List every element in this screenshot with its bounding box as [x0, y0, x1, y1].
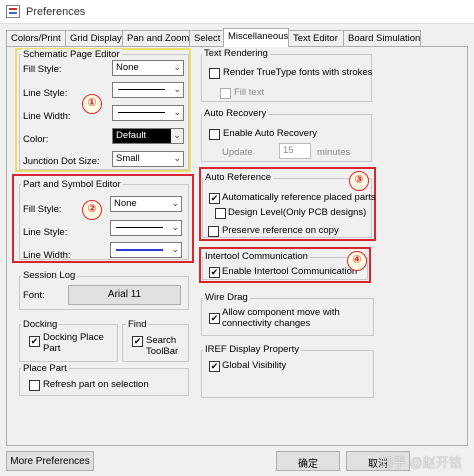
schematic-color-value: Default: [116, 130, 147, 141]
schematic-color-label: Color:: [23, 134, 49, 145]
chevron-down-icon: ⌄: [171, 198, 179, 208]
tab-pan-and-zoom[interactable]: Pan and Zoom: [122, 30, 190, 46]
junction-dot-size-value: Small: [116, 153, 140, 164]
schematic-page-editor-title: Schematic Page Editor: [21, 49, 122, 60]
minutes-label: minutes: [317, 147, 351, 158]
tab-board-simulation[interactable]: Board Simulation: [343, 30, 421, 46]
chevron-down-icon: ⌄: [171, 222, 179, 232]
schematic-line-style-select[interactable]: ⌄: [112, 82, 184, 98]
wire-drag-label: Allow component move with connectivity c…: [222, 307, 340, 329]
chevron-down-icon: ⌄: [173, 153, 181, 163]
ok-button[interactable]: 确定: [276, 451, 340, 471]
refresh-part-label: Refresh part on selection: [43, 379, 149, 390]
find-title: Find: [126, 319, 149, 330]
search-toolbar-label: Search ToolBar: [146, 335, 179, 357]
tab-miscellaneous[interactable]: Miscellaneous: [223, 28, 289, 47]
junction-dot-size-label: Junction Dot Size:: [23, 156, 100, 167]
annotation-badge-3: ③: [349, 171, 369, 191]
annotation-badge-1: ①: [82, 94, 102, 114]
part-fill-style-label: Fill Style:: [23, 204, 62, 215]
wire-drag-checkbox[interactable]: ✔: [209, 313, 220, 324]
update-interval-input[interactable]: 15: [279, 143, 311, 159]
iref-title: IREF Display Property: [203, 344, 301, 355]
enable-auto-recovery-checkbox[interactable]: [209, 129, 220, 140]
global-visibility-label: Global Visibility: [222, 360, 287, 371]
auto-reference-title: Auto Reference: [203, 172, 274, 183]
session-log-title: Session Log: [21, 270, 78, 281]
intertool-label: Enable Intertool Communication: [222, 266, 358, 277]
part-line-style-label: Line Style:: [23, 227, 68, 238]
part-line-style-select[interactable]: ⌄: [110, 220, 182, 236]
enable-auto-recovery-label: Enable Auto Recovery: [223, 128, 318, 139]
line-width-swatch: [118, 112, 165, 113]
preserve-reference-checkbox[interactable]: [208, 226, 219, 237]
part-fill-style-select[interactable]: None ⌄: [110, 196, 182, 212]
intertool-title: Intertool Communication: [203, 251, 310, 262]
preserve-reference-label: Preserve reference on copy: [222, 225, 339, 236]
window-title: Preferences: [26, 6, 86, 18]
tab-colors-print[interactable]: Colors/Print: [6, 30, 66, 46]
design-level-label: Design Level(Only PCB designs): [228, 207, 367, 218]
chevron-down-icon: ⌄: [171, 129, 183, 143]
fill-text-checkbox[interactable]: [220, 88, 231, 99]
docking-title: Docking: [21, 319, 60, 330]
watermark: 知乎 @赵开铭: [380, 455, 462, 470]
auto-recovery-title: Auto Recovery: [202, 108, 269, 119]
line-style-swatch: [116, 227, 163, 228]
more-preferences-button[interactable]: More Preferences: [6, 451, 94, 471]
app-icon: [6, 5, 20, 18]
line-style-swatch: [118, 89, 165, 90]
wire-drag-title: Wire Drag: [203, 292, 250, 303]
schematic-line-width-label: Line Width:: [23, 111, 71, 122]
schematic-fill-style-label: Fill Style:: [23, 64, 62, 75]
tab-text-editor[interactable]: Text Editor: [288, 30, 344, 46]
render-truetype-label: Render TrueType fonts with strokes: [223, 67, 373, 78]
iref-group: [201, 350, 374, 398]
annotation-badge-4: ④: [347, 251, 367, 271]
schematic-color-select[interactable]: Default ⌄: [112, 128, 184, 144]
search-toolbar-checkbox[interactable]: ✔: [132, 336, 143, 347]
part-symbol-editor-title: Part and Symbol Editor: [21, 179, 123, 190]
place-part-title: Place Part: [21, 363, 69, 374]
session-log-font-button[interactable]: Arial 11: [68, 285, 181, 305]
auto-reference-checkbox[interactable]: ✔: [209, 193, 220, 204]
docking-place-part-label: Docking Place Part: [43, 332, 104, 354]
intertool-checkbox[interactable]: ✔: [209, 267, 220, 278]
auto-reference-label: Automatically reference placed parts: [222, 192, 376, 203]
update-label: Update: [222, 147, 253, 158]
part-line-width-label: Line Width:: [23, 250, 71, 261]
refresh-part-checkbox[interactable]: [29, 380, 40, 391]
session-log-font-label: Font:: [23, 290, 45, 301]
annotation-badge-2: ②: [82, 200, 102, 220]
part-line-width-select[interactable]: ⌄: [110, 242, 182, 258]
part-fill-style-value: None: [114, 198, 137, 209]
docking-place-part-checkbox[interactable]: ✔: [29, 336, 40, 347]
line-width-swatch: [116, 249, 163, 251]
schematic-line-style-label: Line Style:: [23, 88, 68, 99]
schematic-line-width-select[interactable]: ⌄: [112, 105, 184, 121]
title-bar: Preferences: [0, 0, 474, 24]
text-rendering-title: Text Rendering: [202, 48, 270, 59]
schematic-fill-style-select[interactable]: None ⌄: [112, 60, 184, 76]
fill-text-label: Fill text: [234, 87, 265, 98]
render-truetype-checkbox[interactable]: [209, 68, 220, 79]
chevron-down-icon: ⌄: [173, 84, 181, 94]
chevron-down-icon: ⌄: [173, 107, 181, 117]
tab-grid-display[interactable]: Grid Display: [65, 30, 123, 46]
global-visibility-checkbox[interactable]: ✔: [209, 361, 220, 372]
schematic-fill-style-value: None: [116, 62, 139, 73]
tab-select[interactable]: Select: [189, 30, 224, 46]
design-level-checkbox[interactable]: [215, 208, 226, 219]
junction-dot-size-select[interactable]: Small ⌄: [112, 151, 184, 167]
chevron-down-icon: ⌄: [171, 244, 179, 254]
chevron-down-icon: ⌄: [173, 62, 181, 72]
